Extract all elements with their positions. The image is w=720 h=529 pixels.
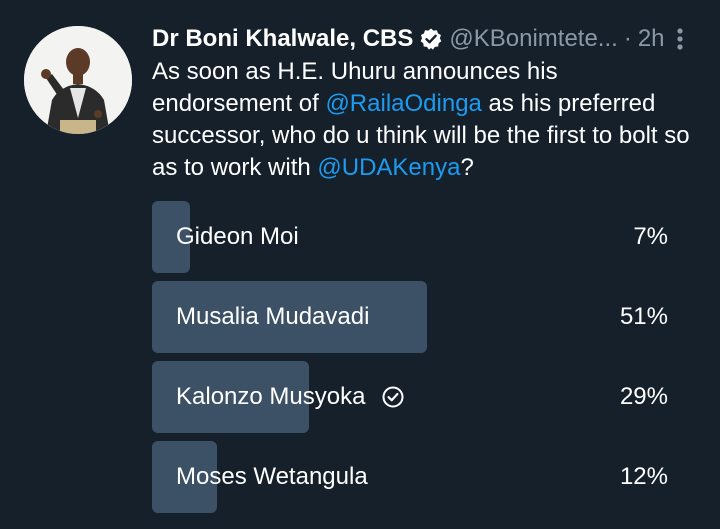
separator-dot: · bbox=[623, 25, 632, 52]
tweet-header: Dr Boni Khalwale, CBS @KBonimtete... · 2… bbox=[152, 22, 692, 56]
poll: Gideon Moi 7% Musalia Mudavadi 51% Kalon… bbox=[152, 201, 692, 521]
poll-option-percent: 29% bbox=[619, 383, 668, 410]
author-avatar[interactable] bbox=[24, 26, 132, 134]
tweet-timestamp[interactable]: 2h bbox=[638, 25, 665, 53]
author-handle[interactable]: @KBonimtete... bbox=[449, 25, 617, 53]
poll-option-label: Musalia Mudavadi bbox=[176, 303, 370, 330]
check-circle-icon bbox=[381, 385, 405, 409]
more-vertical-icon[interactable] bbox=[668, 22, 692, 56]
poll-option-percent: 7% bbox=[633, 223, 668, 250]
poll-option: Musalia Mudavadi 51% bbox=[152, 281, 692, 353]
poll-option-label: Kalonzo Musyoka bbox=[176, 383, 366, 410]
mention-link[interactable]: @UDAKenya bbox=[317, 154, 460, 181]
poll-option-percent: 51% bbox=[619, 303, 668, 330]
poll-option-percent: 12% bbox=[619, 463, 668, 490]
poll-option: Moses Wetangula 12% bbox=[152, 441, 692, 513]
verified-badge-icon bbox=[419, 27, 443, 51]
poll-option-label: Moses Wetangula bbox=[176, 463, 368, 490]
tweet-text: As soon as H.E. Uhuru announces his endo… bbox=[152, 56, 692, 184]
author-name[interactable]: Dr Boni Khalwale, CBS bbox=[152, 25, 413, 53]
poll-option-label: Gideon Moi bbox=[176, 223, 299, 250]
poll-option: Gideon Moi 7% bbox=[152, 201, 692, 273]
tweet-text-part: ? bbox=[460, 154, 474, 181]
poll-option: Kalonzo Musyoka 29% bbox=[152, 361, 692, 433]
mention-link[interactable]: @RailaOdinga bbox=[325, 90, 481, 117]
